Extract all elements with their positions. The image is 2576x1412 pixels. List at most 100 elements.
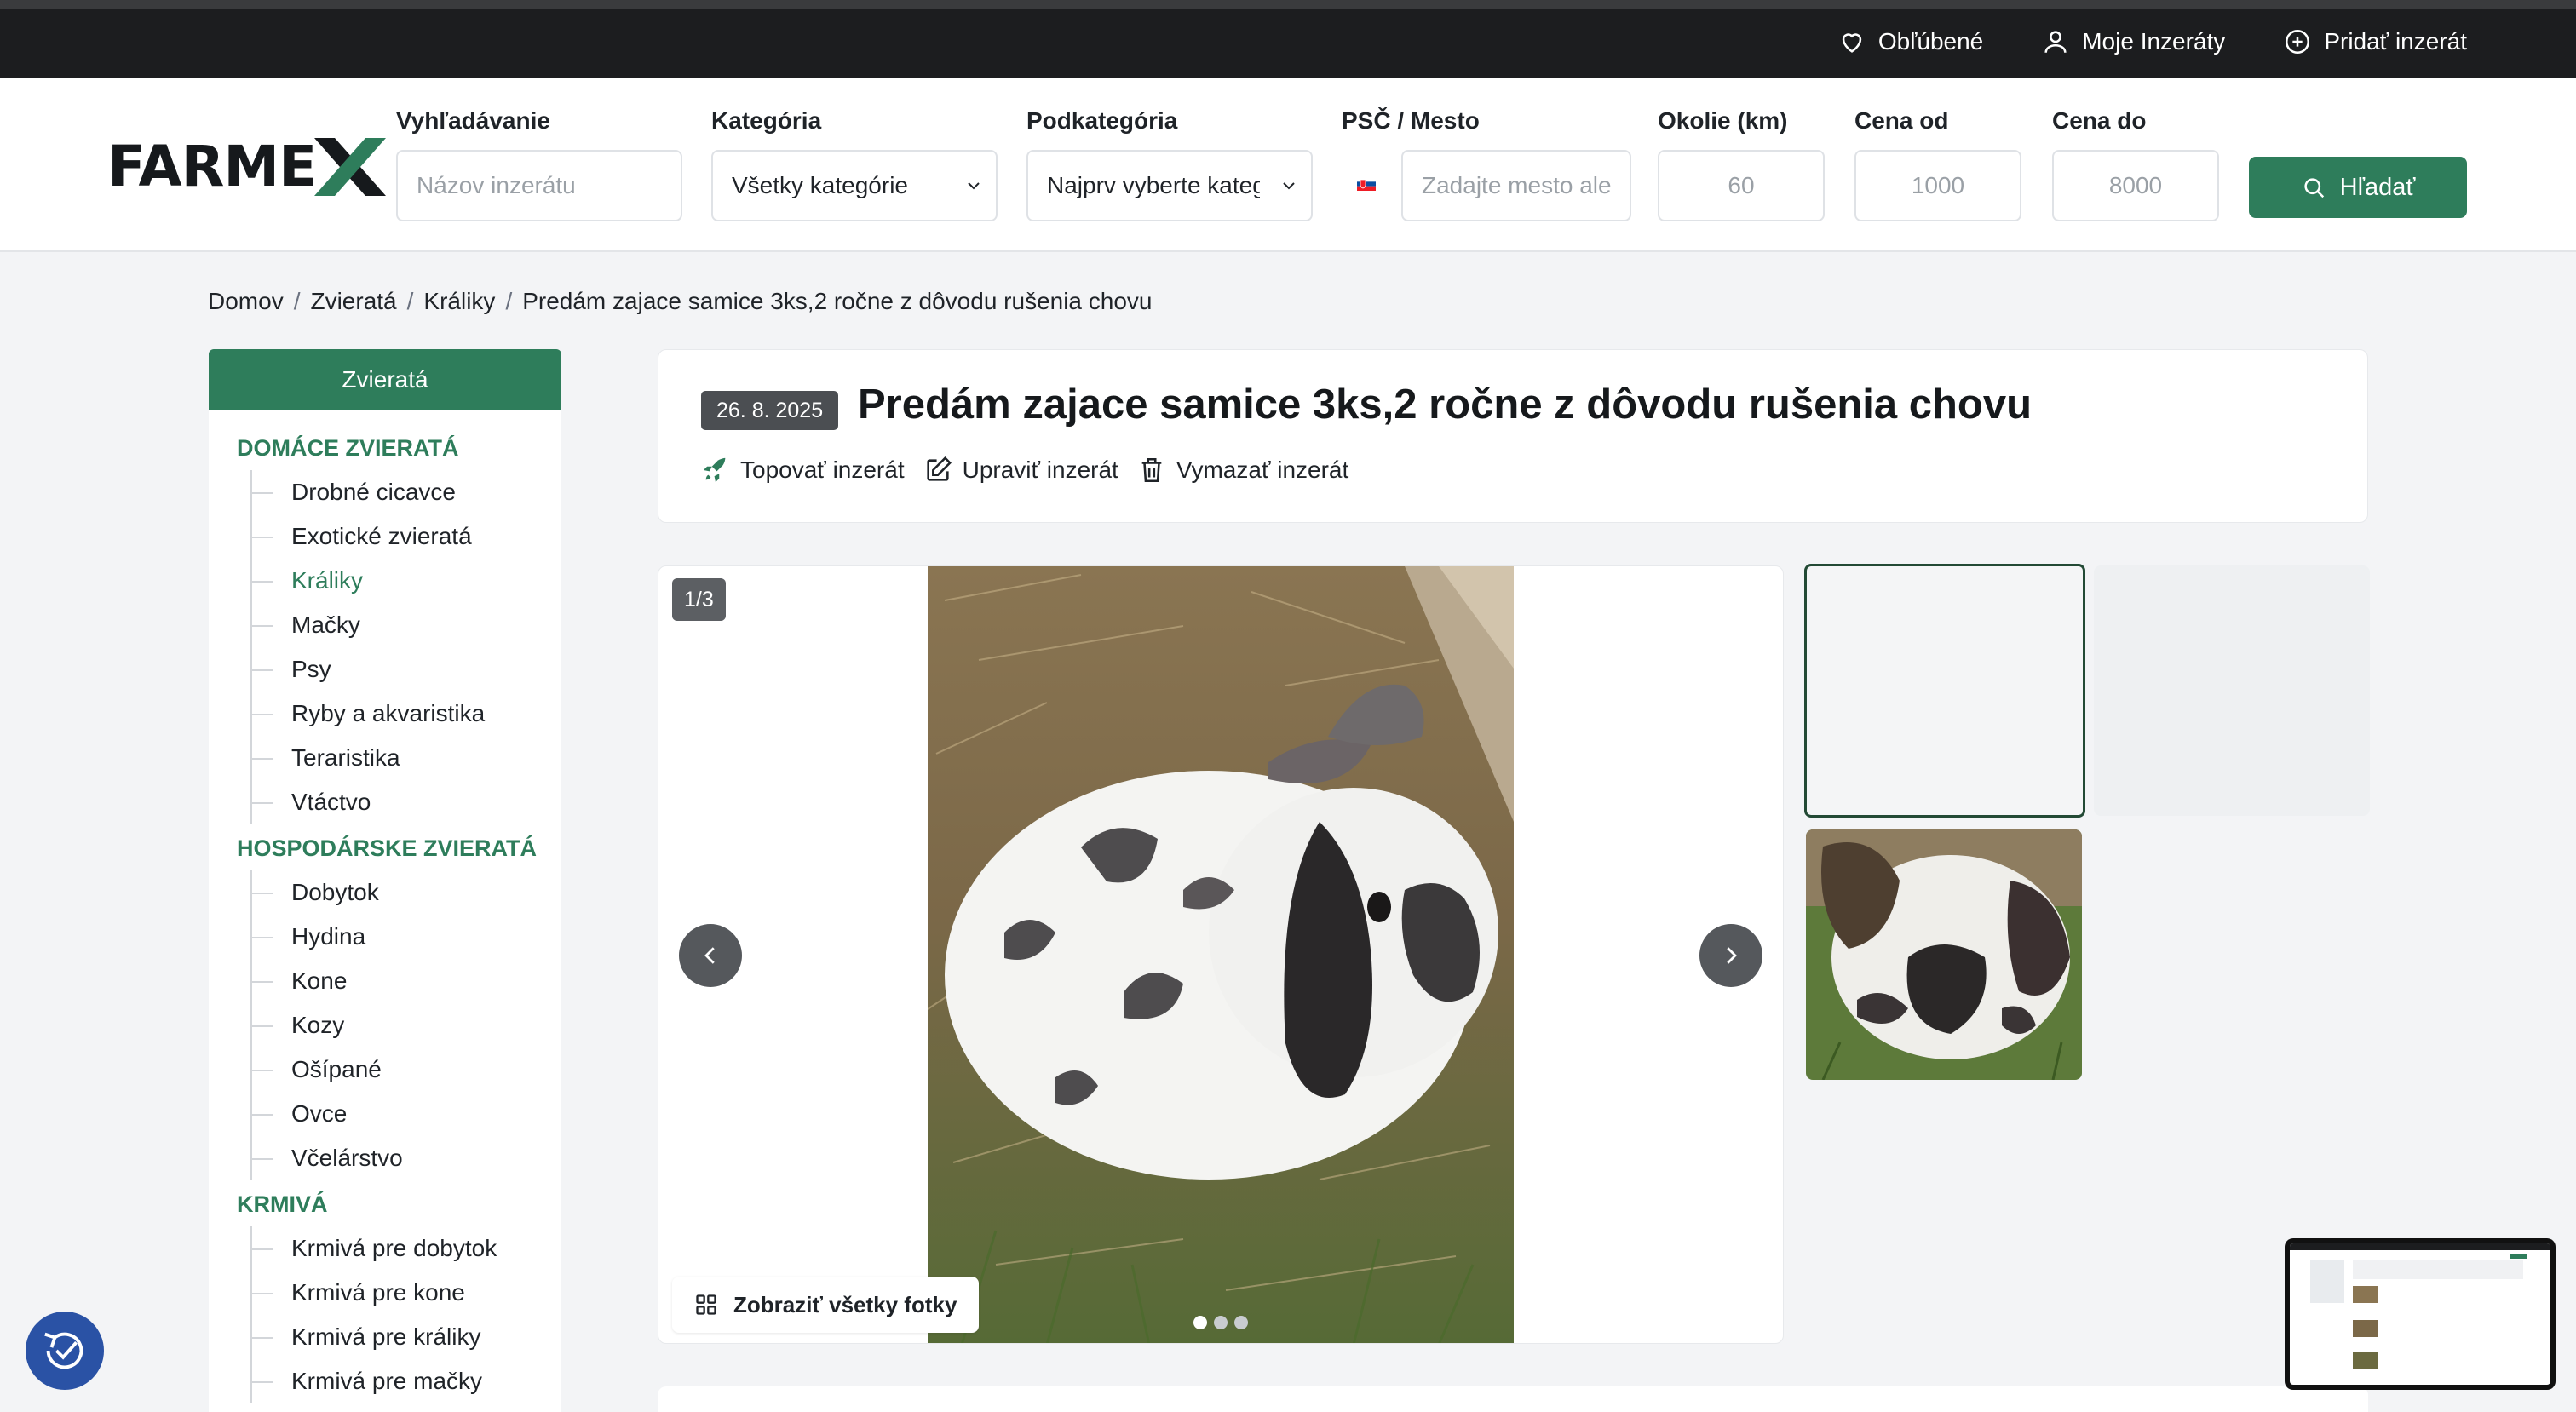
add-listing-link[interactable]: Pridať inzerát (2283, 27, 2467, 56)
sidebar-item-dogs[interactable]: Psy (237, 647, 561, 692)
sidebar-item-birds[interactable]: Vtáctvo (237, 780, 561, 824)
breadcrumb-animals[interactable]: Zvieratá (310, 288, 396, 315)
sidebar-item-feed-cattle[interactable]: Krmivá pre dobytok (237, 1226, 561, 1271)
sidebar-item-cats[interactable]: Mačky (237, 603, 561, 647)
breadcrumb: Domov / Zvieratá / Králiky / Predám zaja… (208, 288, 1153, 315)
category-label: Kategória (711, 107, 822, 134)
query-field: Vyhľadávanie Názov inzerátu (396, 107, 682, 221)
location-field: PSČ / Mesto Zadajte mesto ale (1342, 107, 1631, 221)
sidebar-item-cattle[interactable]: Dobytok (237, 870, 561, 915)
plus-circle-icon (2286, 29, 2310, 55)
favorites-link[interactable]: Obľúbené (1837, 27, 1983, 56)
thumbnail-2[interactable] (2094, 565, 2370, 816)
subcategory-select[interactable]: Najprv vyberte kateg (1026, 150, 1313, 221)
radius-label: Okolie (km) (1658, 107, 1788, 134)
previous-photo-button[interactable] (679, 924, 742, 987)
photo-dot[interactable] (1193, 1316, 1207, 1329)
query-label: Vyhľadávanie (396, 107, 550, 134)
next-photo-button[interactable] (1699, 924, 1762, 987)
subcategory-field: Podkategória Najprv vyberte kateg (1026, 107, 1313, 221)
sidebar-item-terraristics[interactable]: Teraristika (237, 736, 561, 780)
breadcrumb-separator: / (406, 288, 414, 314)
search-button-label: Hľadať (2339, 173, 2416, 201)
radius-input[interactable]: 60 (1658, 150, 1825, 221)
listing-details-card (658, 1386, 2368, 1412)
photo-dot[interactable] (1234, 1316, 1248, 1329)
price-to-input[interactable]: 8000 (2052, 150, 2219, 221)
show-all-photos-label: Zobraziť všetky fotky (733, 1291, 957, 1317)
sidebar-item-small-mammals[interactable]: Drobné cicavce (237, 470, 561, 514)
photo-gallery: 1/3 Zobraziť všetky fotky (658, 565, 1784, 1344)
edit-listing-label: Upraviť inzerát (962, 456, 1118, 483)
location-label: PSČ / Mesto (1342, 107, 1480, 134)
search-icon (2304, 178, 2324, 198)
screen-preview-content (2290, 1243, 2550, 1385)
user-icon (2044, 31, 2067, 53)
search-header: FARME Vyhľadávanie Názov inzerátu Kategó… (0, 78, 2576, 252)
sidebar-item-beekeeping[interactable]: Včelárstvo (237, 1136, 561, 1180)
thumbnail-3[interactable] (1806, 829, 2082, 1080)
logo-text: FARME (107, 134, 317, 199)
logo[interactable]: FARME (107, 135, 389, 199)
top-nav: Obľúbené Moje Inzeráty Pridať inzerát (1837, 27, 2467, 56)
sidebar-body: DOMÁCE ZVIERATÁ Drobné cicavce Exotické … (209, 410, 561, 1403)
sidebar-item-feed-horses[interactable]: Krmivá pre kone (237, 1271, 561, 1315)
price-from-input[interactable]: 1000 (1854, 150, 2021, 221)
accessibility-check-icon (44, 1332, 83, 1369)
sidebar-header[interactable]: Zvieratá (209, 349, 561, 410)
sidebar-item-goats[interactable]: Kozy (237, 1003, 561, 1048)
location-input[interactable]: Zadajte mesto ale (1401, 150, 1631, 221)
radius-field: Okolie (km) 60 (1658, 107, 1825, 221)
accessibility-button[interactable] (26, 1312, 104, 1390)
chevron-down-icon (1283, 182, 1295, 190)
listing-title: Predám zajace samice 3ks,2 ročne z dôvod… (858, 382, 2033, 428)
sidebar-section-farm[interactable]: HOSPODÁRSKE ZVIERATÁ (237, 831, 561, 865)
top-listing-label: Topovať inzerát (740, 456, 905, 483)
subcategory-value: Najprv vyberte kateg (1047, 172, 1260, 198)
radius-placeholder: 60 (1728, 172, 1755, 198)
breadcrumb-home[interactable]: Domov (208, 288, 284, 315)
category-value: Všetky kategórie (732, 172, 908, 198)
favorites-label: Obľúbené (1877, 28, 1984, 55)
category-select[interactable]: Všetky kategórie (711, 150, 998, 221)
search-input[interactable]: Názov inzerátu (396, 150, 682, 221)
sidebar-section-feed[interactable]: KRMIVÁ (237, 1187, 561, 1221)
breadcrumb-current: Predám zajace samice 3ks,2 ročne z dôvod… (522, 288, 1153, 314)
breadcrumb-separator: / (293, 288, 301, 314)
sidebar-item-sheep[interactable]: Ovce (237, 1092, 561, 1136)
sidebar-item-feed-cats[interactable]: Krmivá pre mačky (237, 1359, 561, 1403)
thumbnail-1[interactable] (1804, 564, 2085, 818)
my-listings-label: Moje Inzeráty (2082, 28, 2226, 55)
sidebar-section-domestic[interactable]: DOMÁCE ZVIERATÁ (237, 431, 561, 465)
query-placeholder: Názov inzerátu (417, 172, 576, 198)
chevron-left-icon (704, 947, 715, 964)
sidebar-item-fish[interactable]: Ryby a akvaristika (237, 692, 561, 736)
price-from-placeholder: 1000 (1911, 172, 1965, 198)
sidebar-item-feed-rabbits[interactable]: Krmivá pre králiky (237, 1315, 561, 1359)
listing-header-card: 26. 8. 2025 Predám zajace samice 3ks,2 r… (658, 349, 2368, 523)
sidebar-item-horses[interactable]: Kone (237, 959, 561, 1003)
top-bar: Obľúbené Moje Inzeráty Pridať inzerát (0, 0, 2576, 78)
thumbnail-rabbit-photo (1806, 829, 2082, 1080)
chevron-right-icon (1727, 947, 1737, 964)
sidebar-item-pigs[interactable]: Ošípané (237, 1048, 561, 1092)
sidebar-item-exotic[interactable]: Exotické zvieratá (237, 514, 561, 559)
rocket-icon (703, 457, 726, 483)
breadcrumb-rabbits[interactable]: Králiky (423, 288, 495, 315)
photo-counter: 1/3 (672, 578, 726, 621)
my-listings-link[interactable]: Moje Inzeráty (2041, 27, 2225, 56)
screen-preview[interactable] (2285, 1238, 2556, 1390)
edit-listing-button[interactable]: Upraviť inzerát (923, 456, 1118, 485)
sidebar-item-poultry[interactable]: Hydina (237, 915, 561, 959)
show-all-photos-button[interactable]: Zobraziť všetky fotky (672, 1277, 980, 1333)
main-photo[interactable] (928, 566, 1514, 1343)
search-button[interactable]: Hľadať (2249, 157, 2467, 218)
listing-actions: Topovať inzerát Upraviť inzerát Vymazať … (701, 456, 1348, 485)
delete-listing-button[interactable]: Vymazať inzerát (1137, 456, 1348, 485)
chevron-down-icon (968, 182, 980, 190)
photo-dot[interactable] (1214, 1316, 1228, 1329)
heart-icon (1842, 33, 1862, 53)
top-listing-button[interactable]: Topovať inzerát (701, 456, 905, 485)
sidebar-item-rabbits[interactable]: Králiky (237, 559, 561, 603)
trash-icon (1141, 457, 1162, 483)
